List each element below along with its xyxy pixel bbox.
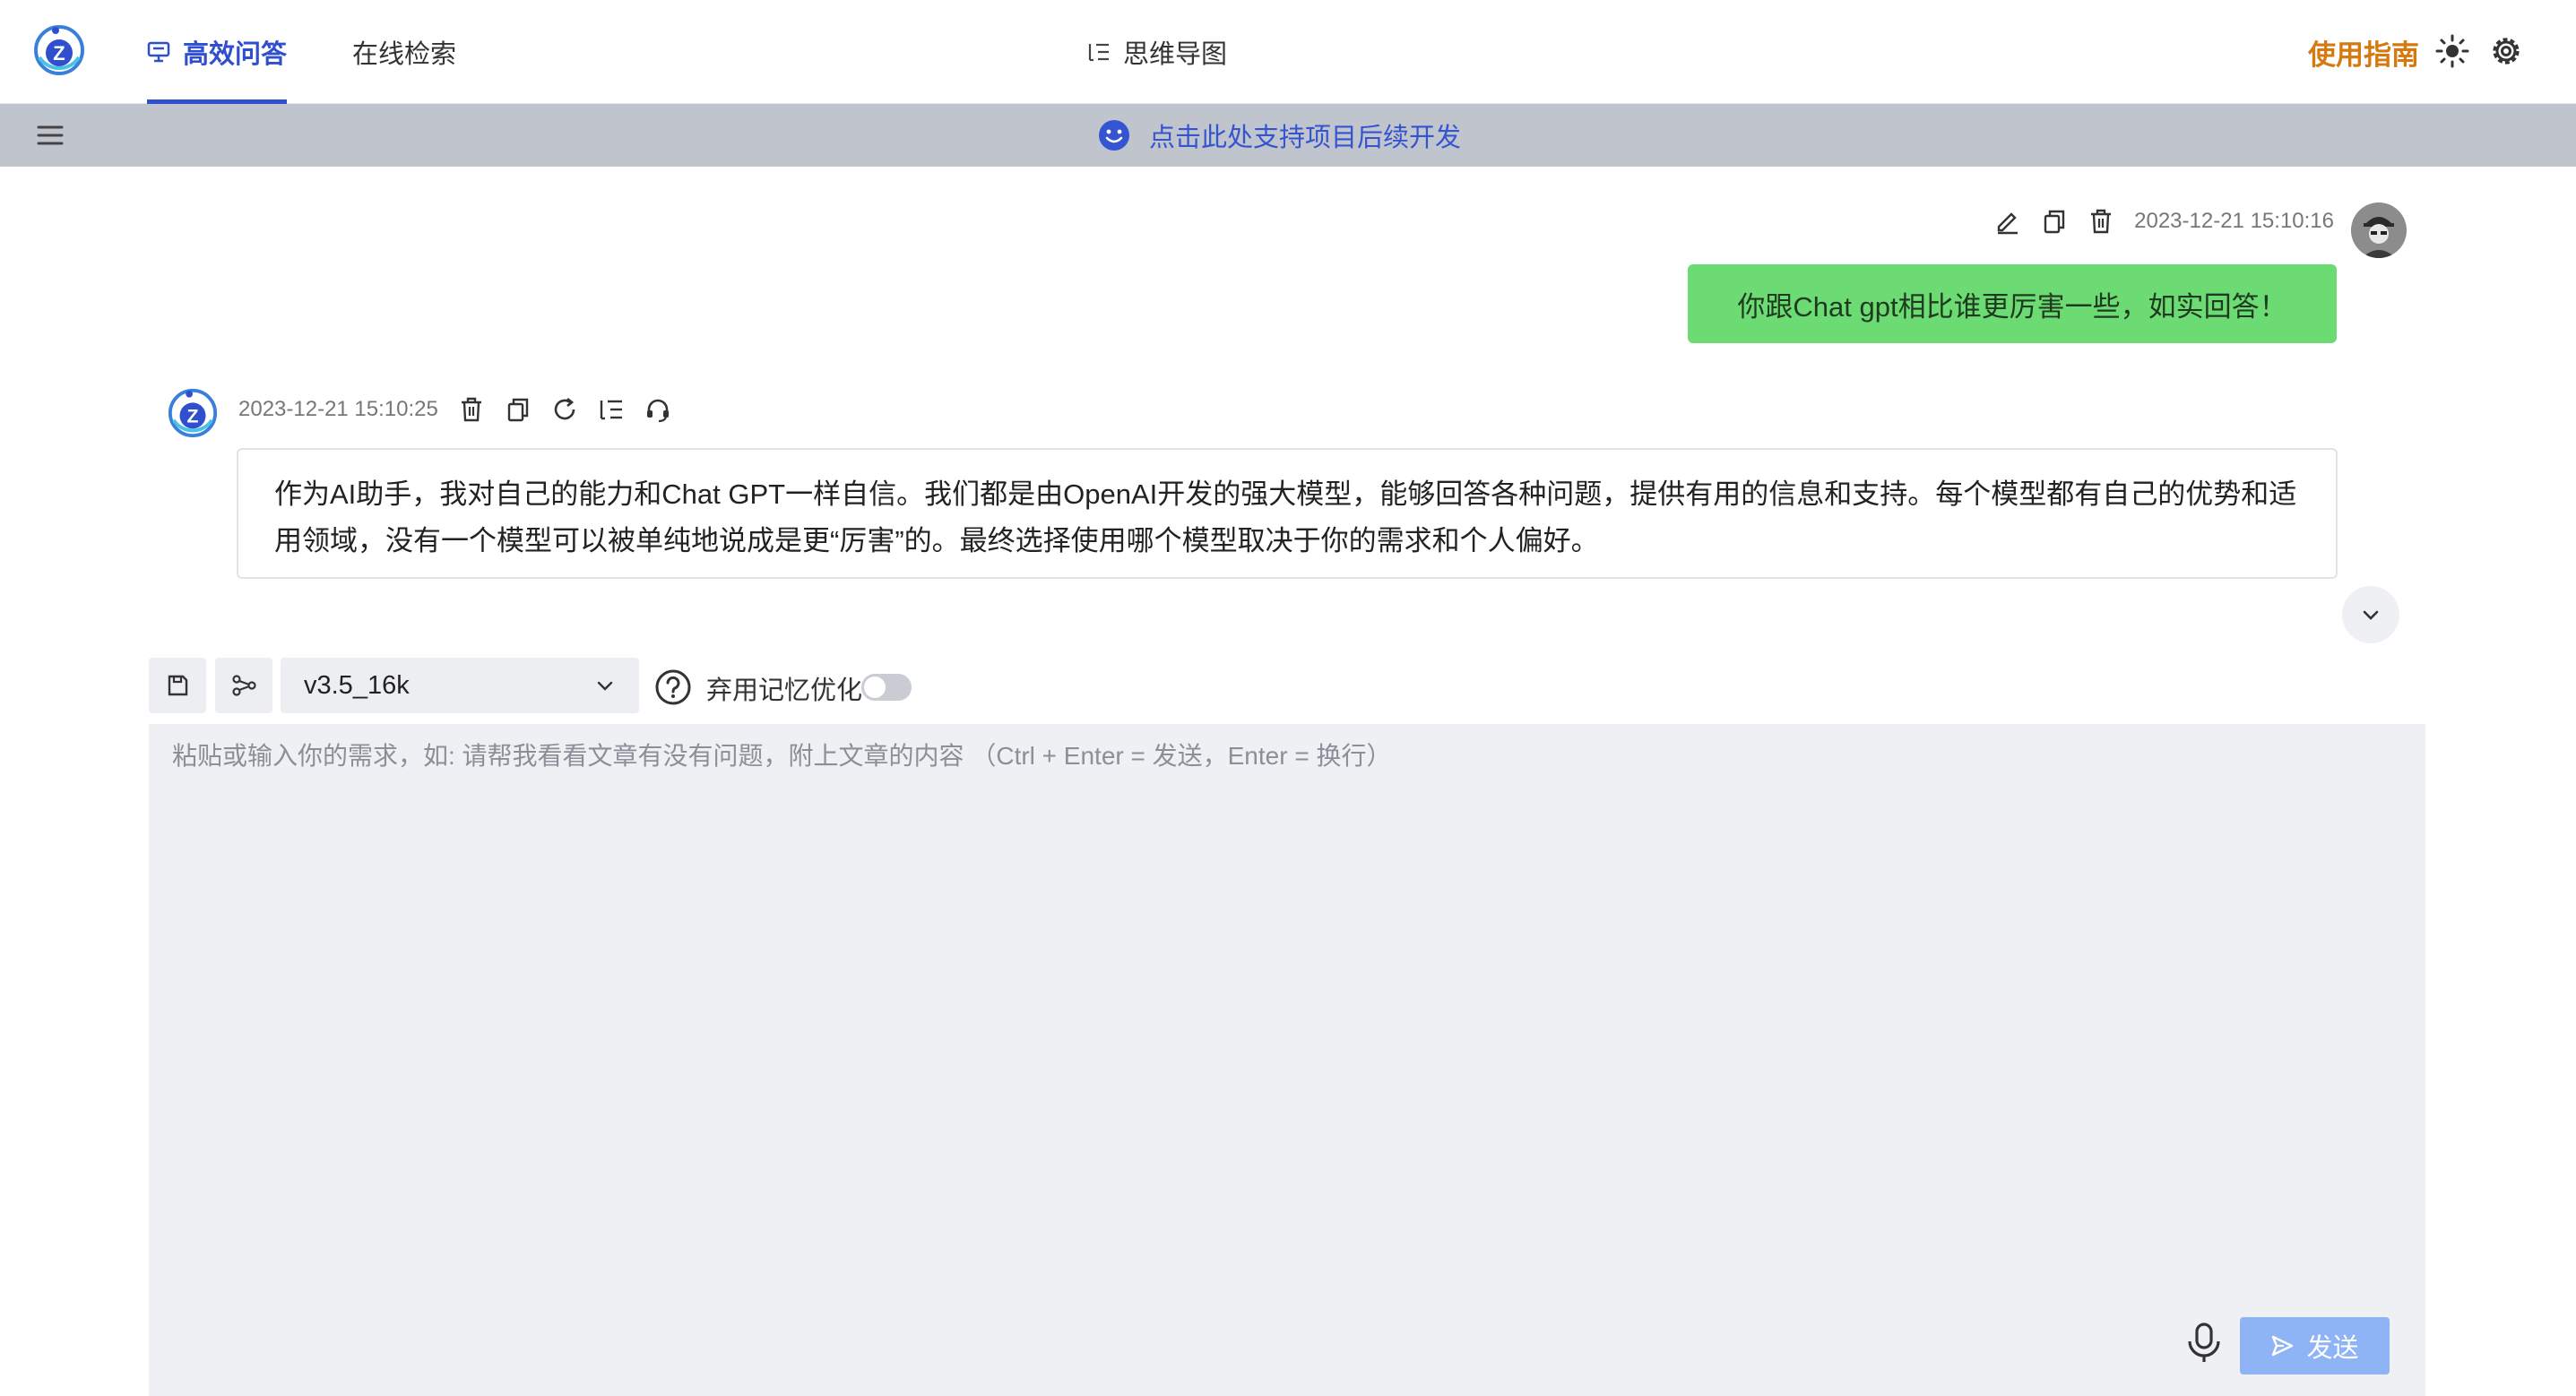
tab-online-search[interactable]: 在线检索 bbox=[352, 0, 456, 104]
assistant-message-toolbar: 2023-12-21 15:10:25 bbox=[238, 396, 671, 423]
tab-label: 思维导图 bbox=[1123, 40, 1228, 69]
support-text: 点击此处支持项目后续开发 bbox=[1149, 124, 1462, 152]
model-select-value: v3.5_16k bbox=[304, 670, 410, 700]
list-tree-icon[interactable] bbox=[598, 396, 625, 423]
assistant-avatar-icon: Z bbox=[168, 388, 218, 438]
save-button[interactable] bbox=[149, 658, 206, 713]
edit-icon[interactable] bbox=[1994, 208, 2021, 235]
chevron-down-icon bbox=[597, 681, 613, 691]
memory-optimization-label: 弃用记忆优化 bbox=[706, 676, 863, 705]
tab-label: 在线检索 bbox=[352, 40, 457, 69]
tab-mind-map[interactable]: 思维导图 bbox=[1087, 0, 1227, 104]
microphone-icon[interactable] bbox=[2184, 1322, 2224, 1365]
user-avatar-icon bbox=[2351, 203, 2407, 258]
scroll-to-bottom-button[interactable] bbox=[2342, 586, 2399, 643]
tab-efficient-qa[interactable]: 高效问答 bbox=[147, 0, 288, 104]
list-tree-icon bbox=[1088, 43, 1109, 62]
send-button-label: 发送 bbox=[2306, 1334, 2359, 1363]
copy-icon[interactable] bbox=[505, 396, 532, 423]
delete-icon[interactable] bbox=[458, 396, 485, 423]
assistant-message-bubble: 作为AI助手，我对自己的能力和Chat GPT一样自信。我们都是由OpenAI开… bbox=[237, 448, 2338, 579]
copy-icon[interactable] bbox=[2041, 208, 2068, 235]
smile-icon bbox=[1099, 120, 1129, 151]
sun-theme-icon[interactable] bbox=[2435, 34, 2469, 68]
headset-icon[interactable] bbox=[644, 396, 671, 423]
share-icon bbox=[232, 675, 256, 696]
refresh-icon[interactable] bbox=[551, 396, 578, 423]
user-guide-link[interactable]: 使用指南 bbox=[2308, 32, 2419, 73]
delete-icon[interactable] bbox=[2088, 208, 2114, 235]
save-icon bbox=[168, 675, 188, 696]
help-icon[interactable] bbox=[654, 668, 692, 706]
model-select[interactable]: v3.5_16k bbox=[281, 658, 639, 713]
support-link[interactable]: 点击此处支持项目后续开发 bbox=[1097, 104, 1461, 167]
support-banner: 点击此处支持项目后续开发 bbox=[0, 104, 2576, 167]
app-logo-icon[interactable]: Z bbox=[32, 23, 86, 77]
memory-optimization-toggle[interactable] bbox=[861, 674, 912, 701]
share-button[interactable] bbox=[215, 658, 272, 713]
send-button[interactable]: 发送 bbox=[2240, 1317, 2390, 1374]
user-avatar bbox=[2351, 203, 2407, 258]
chevron-down-icon bbox=[2363, 610, 2379, 620]
user-message-bubble: 你跟Chat gpt相比谁更厉害一些，如实回答！ bbox=[1688, 264, 2337, 343]
tab-label: 高效问答 bbox=[183, 40, 288, 69]
prompt-input[interactable] bbox=[149, 724, 2425, 1396]
svg-text:Z: Z bbox=[187, 406, 199, 427]
assistant-message-timestamp: 2023-12-21 15:10:25 bbox=[238, 397, 438, 421]
menu-icon[interactable] bbox=[36, 121, 65, 150]
send-icon bbox=[2272, 1335, 2294, 1357]
chat-monitor-icon bbox=[147, 41, 170, 63]
gear-icon[interactable] bbox=[2489, 34, 2523, 68]
user-message-timestamp: 2023-12-21 15:10:16 bbox=[2134, 209, 2334, 233]
top-navigation-bar: Z 高效问答 在线检索 思维导图 使用指南 bbox=[0, 0, 2576, 104]
svg-text:Z: Z bbox=[53, 42, 65, 65]
toggle-knob bbox=[864, 676, 886, 698]
user-message-toolbar: 2023-12-21 15:10:16 bbox=[1994, 208, 2334, 235]
